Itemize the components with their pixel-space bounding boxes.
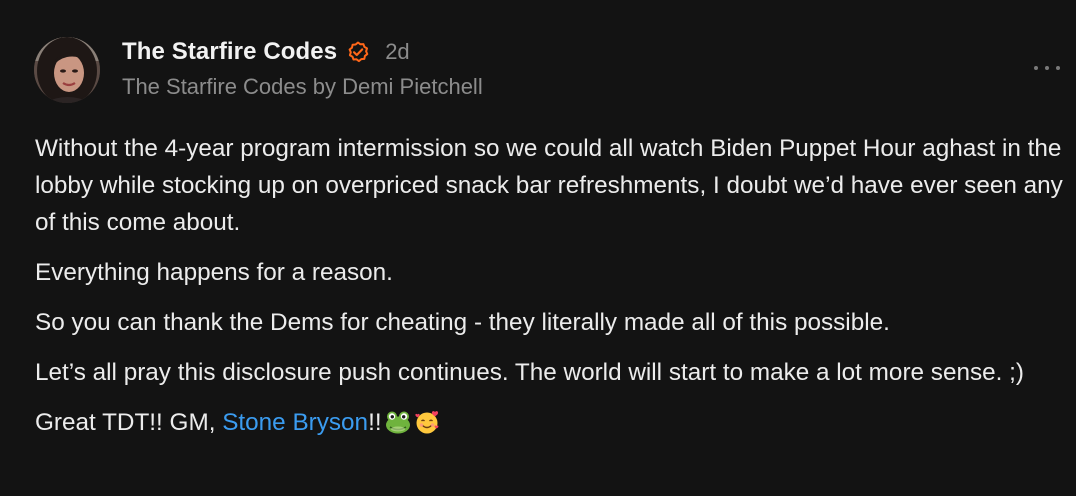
more-options-dot xyxy=(1045,66,1049,70)
publication-name[interactable]: The Starfire Codes by Demi Pietchell xyxy=(122,74,483,100)
mention-link[interactable]: Stone Bryson xyxy=(222,409,368,436)
verified-badge-icon xyxy=(347,41,369,63)
more-options-dot xyxy=(1056,66,1060,70)
post-paragraph: So you can thank the Dems for cheating -… xyxy=(35,309,890,336)
post-timestamp: 2d xyxy=(385,39,410,64)
post-last-line: Great TDT!! GM, Stone Bryson!! xyxy=(35,404,1070,445)
post-paragraph: Everything happens for a reason. xyxy=(35,259,393,286)
last-line-prefix: Great TDT!! GM, xyxy=(35,409,223,436)
smiling-face-with-hearts-emoji-icon xyxy=(414,408,440,445)
more-options-button[interactable] xyxy=(1034,56,1060,80)
note-card: The Starfire Codes 2d The Starfire Codes… xyxy=(0,0,1076,496)
author-name[interactable]: The Starfire Codes xyxy=(122,38,337,66)
post-paragraph: Without the 4-year program intermission … xyxy=(35,135,1063,236)
post-paragraph: Let’s all pray this disclosure push cont… xyxy=(35,359,1024,386)
post-body: Without the 4-year program intermission … xyxy=(35,130,1070,458)
frog-emoji-icon xyxy=(385,408,411,445)
more-options-icon xyxy=(1034,66,1038,70)
last-line-suffix: !! xyxy=(368,409,382,436)
author-header: The Starfire Codes 2d xyxy=(122,36,410,68)
author-avatar[interactable] xyxy=(34,37,100,103)
